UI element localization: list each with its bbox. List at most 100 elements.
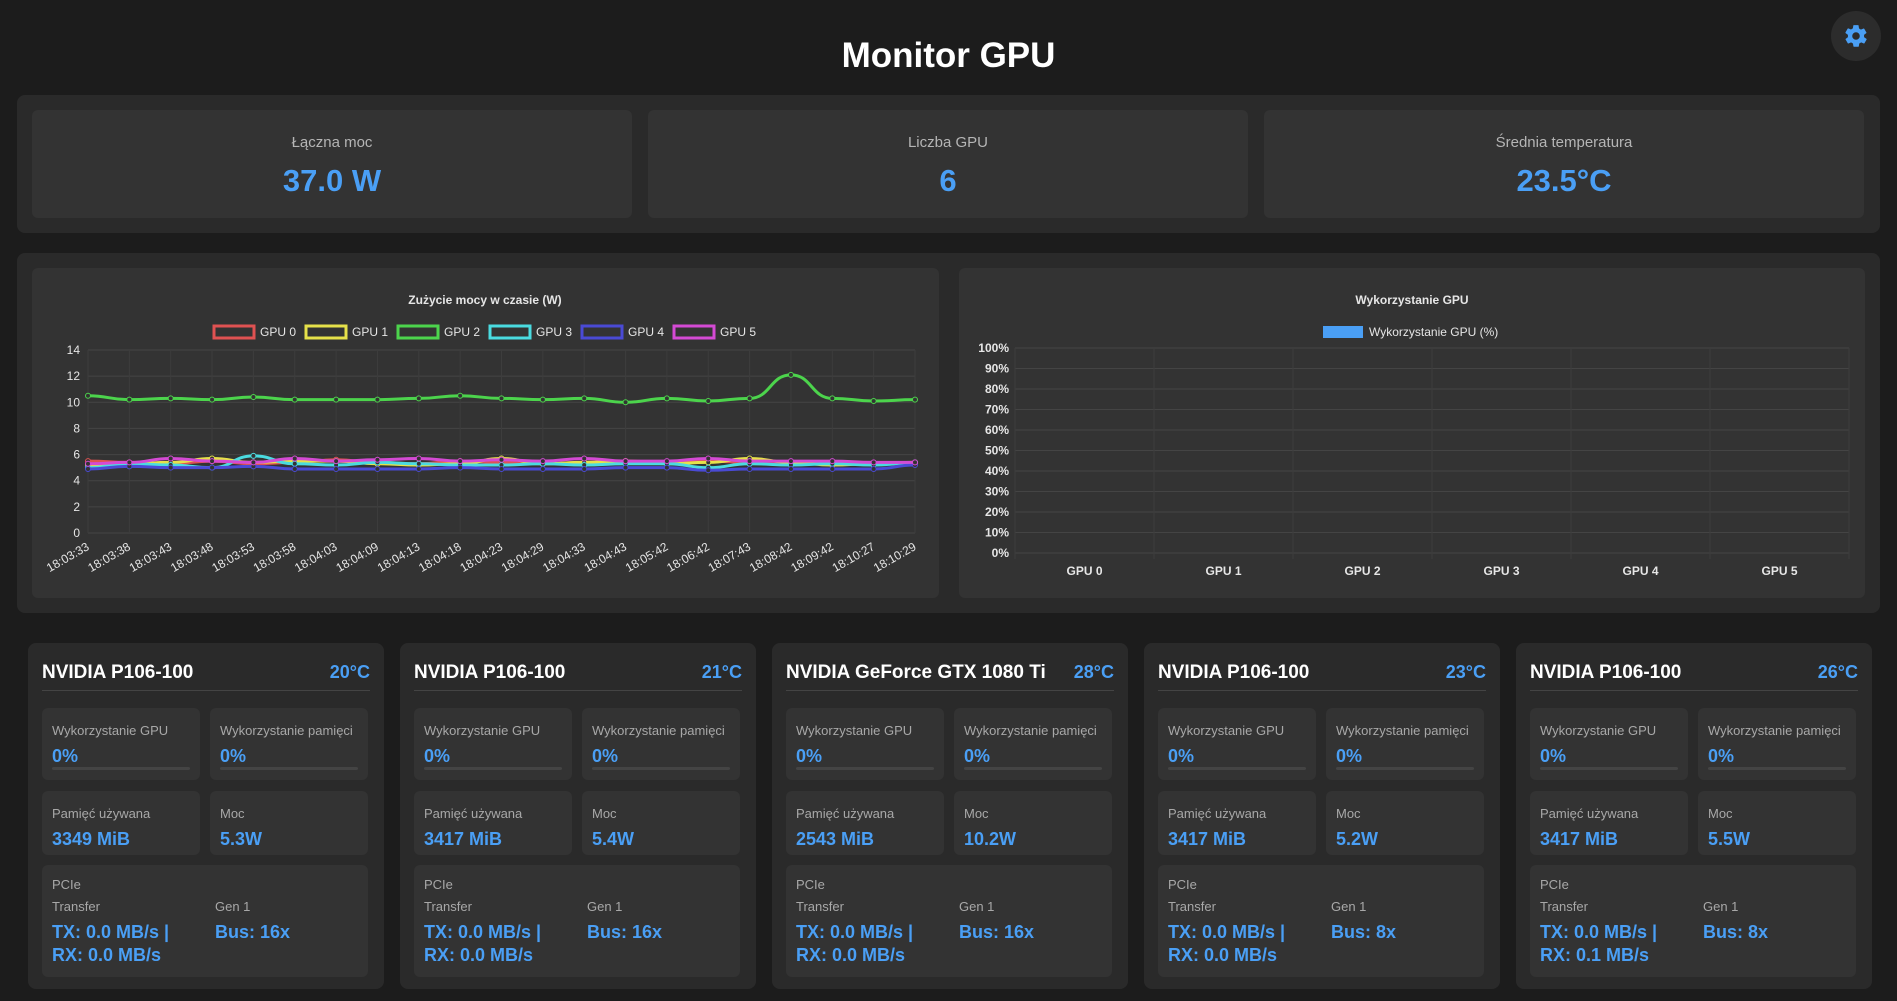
legend-item[interactable]: GPU 0 — [212, 324, 296, 340]
x-tick-label: 18:03:38 — [85, 539, 133, 575]
data-point — [498, 465, 505, 472]
transfer-label: Transfer — [1168, 899, 1216, 914]
legend-item[interactable]: GPU 5 — [672, 324, 756, 340]
gpu-card-header: NVIDIA P106-100 23°C — [1158, 657, 1486, 691]
metric-power: Moc 5.5W — [1698, 791, 1856, 855]
gpu-name: NVIDIA P106-100 — [42, 662, 194, 683]
y-tick-label: 0 — [73, 526, 80, 540]
x-tick-label: 18:04:09 — [333, 539, 381, 575]
metric-value: 0% — [796, 746, 823, 766]
y-tick-label: 60% — [985, 423, 1009, 437]
metric-value: 0% — [1540, 746, 1567, 766]
legend-item[interactable]: GPU 4 — [580, 324, 664, 340]
metric-value: 0% — [964, 746, 991, 766]
metric-label: Moc — [964, 806, 989, 821]
metric-value: 3417 MiB — [1168, 829, 1247, 849]
data-point — [85, 465, 91, 472]
legend-item[interactable]: GPU 2 — [396, 324, 480, 340]
legend-label: GPU 5 — [720, 325, 756, 339]
y-tick-label: 6 — [73, 448, 80, 462]
data-point — [870, 397, 877, 404]
summary-card-total-power: Łączna moc 37.0 W — [32, 110, 632, 218]
metric-mem-util: Wykorzystanie pamięci 0% — [582, 708, 740, 780]
data-point — [539, 458, 546, 465]
progress-bar — [964, 767, 1102, 770]
gpu-card: NVIDIA P106-100 21°C Wykorzystanie GPU 0… — [400, 643, 756, 989]
gpu-name: NVIDIA P106-100 — [414, 662, 566, 683]
legend-item[interactable]: Wykorzystanie GPU (%) — [1323, 325, 1498, 339]
metric-label: Moc — [592, 806, 617, 821]
data-point — [291, 460, 298, 467]
x-tick-label: 18:04:43 — [582, 539, 630, 575]
legend-label: GPU 1 — [352, 325, 388, 339]
data-point — [250, 394, 257, 401]
data-point — [374, 465, 381, 472]
gpu-name: NVIDIA P106-100 — [1158, 662, 1310, 683]
summary-label: Średnia temperatura — [1495, 134, 1633, 151]
data-point — [333, 465, 340, 472]
gear-icon — [1845, 25, 1867, 47]
pcie-rx: RX: 0.0 MB/s — [424, 945, 534, 965]
data-point — [539, 465, 546, 472]
x-tick-label: 18:09:42 — [788, 539, 836, 575]
metric-mem-used: Pamięć używana 3417 MiB — [1158, 791, 1316, 855]
data-point — [581, 455, 588, 462]
transfer-label: Transfer — [52, 899, 100, 914]
pcie-bus: Bus: 16x — [215, 922, 291, 942]
progress-bar — [592, 767, 730, 770]
metric-mem-util: Wykorzystanie pamięci 0% — [1698, 708, 1856, 780]
settings-button[interactable] — [1831, 11, 1881, 61]
metric-label: Wykorzystanie pamięci — [964, 723, 1097, 738]
legend-item[interactable]: GPU 1 — [304, 324, 388, 340]
metric-value: 3417 MiB — [1540, 829, 1619, 849]
progress-bar — [52, 767, 190, 770]
x-tick-label: 18:07:43 — [706, 539, 754, 575]
y-tick-label: 20% — [985, 505, 1009, 519]
metric-value: 2543 MiB — [796, 829, 875, 849]
pcie-label: PCIe — [1168, 877, 1197, 892]
data-point — [787, 465, 794, 472]
y-tick-label: 40% — [985, 464, 1009, 478]
data-point — [705, 397, 712, 404]
pcie-rx: RX: 0.1 MB/s — [1540, 945, 1650, 965]
pcie-rx: RX: 0.0 MB/s — [52, 945, 162, 965]
metric-value: 0% — [592, 746, 619, 766]
metric-value: 5.5W — [1708, 829, 1751, 849]
legend-item[interactable]: GPU 3 — [488, 324, 572, 340]
summary-value: 37.0 W — [282, 163, 382, 198]
gpu-temperature: 26°C — [1817, 662, 1858, 682]
data-point — [415, 455, 422, 462]
data-point — [85, 392, 91, 399]
pcie-tx: TX: 0.0 MB/s | — [424, 922, 542, 942]
pcie-tx: TX: 0.0 MB/s | — [1168, 922, 1286, 942]
data-point — [333, 396, 340, 403]
pcie-bus: Bus: 16x — [587, 922, 663, 942]
progress-bar — [796, 767, 934, 770]
legend-label: GPU 2 — [444, 325, 480, 339]
pcie-rx: RX: 0.0 MB/s — [796, 945, 906, 965]
legend-swatch — [212, 324, 256, 340]
metric-label: Pamięć używana — [1168, 806, 1267, 821]
pcie-gen: Gen 1 — [587, 899, 623, 914]
data-point — [291, 465, 298, 472]
data-point — [209, 458, 216, 465]
gpu-name: NVIDIA P106-100 — [1530, 662, 1682, 683]
gpu-card-header: NVIDIA P106-100 21°C — [414, 657, 742, 691]
legend-swatch — [1323, 326, 1363, 338]
legend-swatch — [304, 324, 348, 340]
x-tick-label: 18:03:53 — [209, 539, 257, 575]
metric-value: 5.4W — [592, 829, 635, 849]
progress-bar — [1168, 767, 1306, 770]
pcie-rx: RX: 0.0 MB/s — [1168, 945, 1278, 965]
metric-value: 0% — [424, 746, 451, 766]
data-point — [581, 395, 588, 402]
data-point — [663, 458, 670, 465]
pcie-label: PCIe — [796, 877, 825, 892]
y-tick-label: 50% — [985, 444, 1009, 458]
x-tick-label: 18:08:42 — [747, 539, 795, 575]
summary-label: Liczba GPU — [907, 134, 989, 151]
pcie-tx: TX: 0.0 MB/s | — [52, 922, 170, 942]
metric-gpu-util: Wykorzystanie GPU 0% — [414, 708, 572, 780]
data-point — [581, 465, 588, 472]
x-tick-label: 18:03:48 — [168, 539, 216, 575]
